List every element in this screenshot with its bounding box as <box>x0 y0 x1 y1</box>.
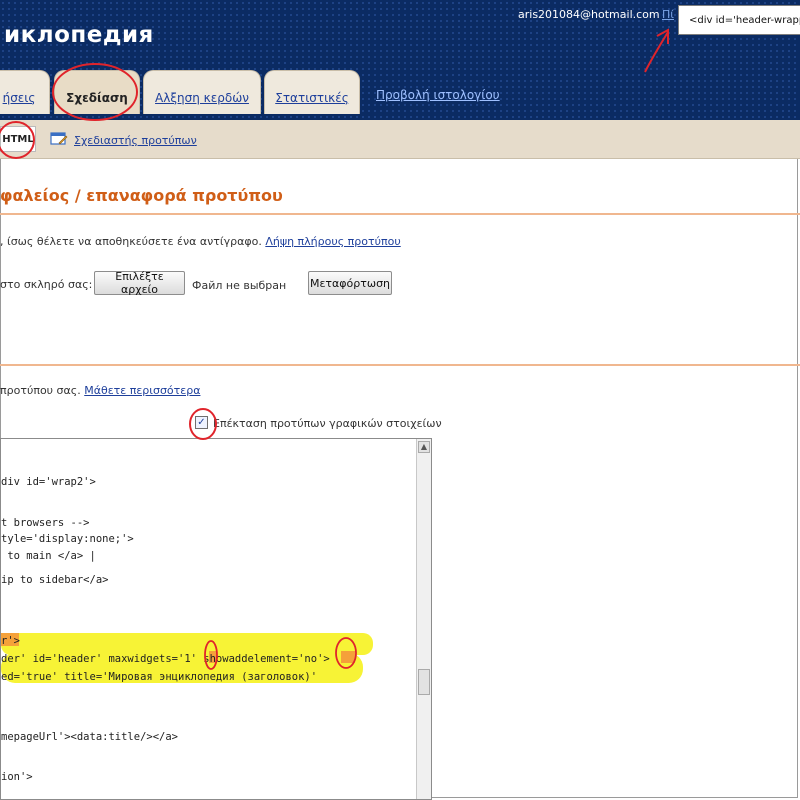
tab-monetize[interactable]: Αλξηση κερδών <box>143 70 261 114</box>
learn-more-link[interactable]: Μάθετε περισσότερα <box>84 384 200 397</box>
header-control-link[interactable]: Πί <box>662 8 674 21</box>
subnav-item-html[interactable]: HTML <box>0 126 36 152</box>
code-line: to main </a> | <box>1 550 96 562</box>
choose-file-button[interactable]: Επιλέξτε αρχείο <box>94 270 185 296</box>
code-line: ip to sidebar</a> <box>1 574 109 586</box>
upload-button[interactable]: Μεταφόρτωση <box>308 271 392 295</box>
code-line: ion'> <box>1 771 33 783</box>
tab-posts[interactable]: ήσεις <box>0 70 50 114</box>
blogger-header: иклопедия aris201084@hotmail.com Πί <div… <box>0 0 800 120</box>
template-designer-icon <box>50 132 68 145</box>
page-title: φαλείος / επαναφορά προτύπου <box>0 186 283 205</box>
download-template-link[interactable]: Λήψη πλήρους προτύπου <box>265 235 400 248</box>
expand-widgets-label: Επέκταση προτύπων γραφικών στοιχείων <box>213 417 442 430</box>
code-orange-mark-3 <box>341 651 355 663</box>
backup-text: , ίσως θέλετε να αποθηκεύσετε ένα αντίγρ… <box>0 235 401 248</box>
expand-widgets-checkbox[interactable]: ✓ <box>195 416 208 429</box>
code-scrollbar[interactable]: ▲ <box>416 439 431 799</box>
blog-title: иклопедия <box>4 22 154 48</box>
section-divider <box>0 213 800 215</box>
no-file-text: Файл не выбран <box>192 279 287 292</box>
template-designer-link[interactable]: Σχεδιαστής προτύπων <box>74 134 197 147</box>
code-line: ed='true' title='Мировая энциклопедия (з… <box>1 671 318 683</box>
code-line: div id='wrap2'> <box>1 476 96 488</box>
section-divider-2 <box>0 364 800 366</box>
code-line: der' id='header' maxwidgets='1' showadde… <box>1 653 330 665</box>
find-input[interactable]: <div id='header-wrappe <box>678 5 800 35</box>
code-highlight <box>1 633 373 655</box>
upload-label: στο σκληρό σας: <box>0 278 93 291</box>
template-info-text: προτύπου σας. Μάθετε περισσότερα <box>0 384 201 397</box>
template-code-editor[interactable]: div id='wrap2'> t browsers --> tyle='dis… <box>0 438 432 800</box>
scroll-up-arrow-icon[interactable]: ▲ <box>418 441 430 453</box>
tab-design[interactable]: Σχεδίαση <box>54 70 140 114</box>
code-line: r'> <box>1 635 20 647</box>
code-line: mepageUrl'><data:title/></a> <box>1 731 179 743</box>
code-line: t browsers --> <box>1 517 90 529</box>
tab-stats[interactable]: Στατιστικές <box>264 70 360 114</box>
scroll-thumb[interactable] <box>418 669 430 695</box>
view-blog-link[interactable]: Προβολή ιστολογίου <box>376 88 500 102</box>
user-email[interactable]: aris201084@hotmail.com <box>518 8 660 21</box>
code-line: tyle='display:none;'> <box>1 533 134 545</box>
